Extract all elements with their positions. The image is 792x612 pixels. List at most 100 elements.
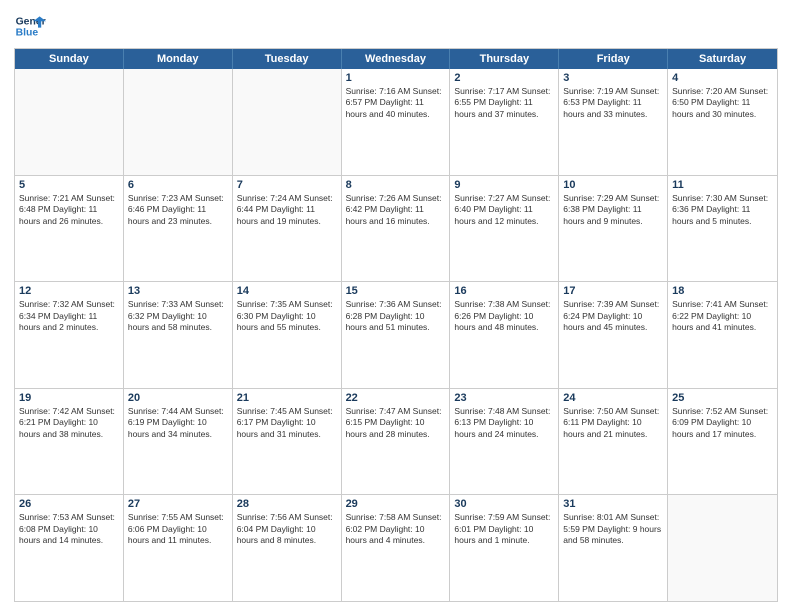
logo: General Blue: [14, 10, 50, 42]
day-number: 5: [19, 179, 119, 191]
day-content: Sunrise: 7:26 AM Sunset: 6:42 PM Dayligh…: [346, 193, 446, 227]
day-number: 6: [128, 179, 228, 191]
calendar-day-5: 5 Sunrise: 7:21 AM Sunset: 6:48 PM Daylig…: [15, 176, 124, 282]
day-number: 17: [563, 285, 663, 297]
calendar-week-4: 19Sunrise: 7:42 AM Sunset: 6:21 PM Dayli…: [15, 389, 777, 496]
day-content: Sunrise: 7:16 AM Sunset: 6:57 PM Dayligh…: [346, 86, 446, 120]
calendar-day-3: 3 Sunrise: 7:19 AM Sunset: 6:53 PM Daylig…: [559, 69, 668, 175]
calendar-day-15: 15 Sunrise: 7:36 AM Sunset: 6:28 PM Dayli…: [342, 282, 451, 388]
day-number: 14: [237, 285, 337, 297]
calendar-day-17: 17 Sunrise: 7:39 AM Sunset: 6:24 PM Dayli…: [559, 282, 668, 388]
calendar-day-24: 24 Sunrise: 7:50 AM Sunset: 6:11 PM Dayli…: [559, 389, 668, 495]
day-content: Sunrise: 7:56 AM Sunset: 6:04 PM Dayligh…: [237, 512, 337, 546]
calendar-week-2: 5 Sunrise: 7:21 AM Sunset: 6:48 PM Daylig…: [15, 176, 777, 283]
calendar-day-22: 22 Sunrise: 7:47 AM Sunset: 6:15 PM Dayli…: [342, 389, 451, 495]
day-number: 19: [19, 392, 119, 404]
calendar-day-10: 10Sunrise: 7:29 AM Sunset: 6:38 PM Dayli…: [559, 176, 668, 282]
day-content: Sunrise: 7:17 AM Sunset: 6:55 PM Dayligh…: [454, 86, 554, 120]
calendar-week-1: 1Sunrise: 7:16 AM Sunset: 6:57 PM Daylig…: [15, 69, 777, 176]
calendar-empty-cell: [15, 69, 124, 175]
calendar-day-19: 19Sunrise: 7:42 AM Sunset: 6:21 PM Dayli…: [15, 389, 124, 495]
day-header-saturday: Saturday: [668, 49, 777, 69]
day-content: Sunrise: 7:35 AM Sunset: 6:30 PM Dayligh…: [237, 299, 337, 333]
day-number: 27: [128, 498, 228, 510]
day-number: 2: [454, 72, 554, 84]
day-number: 28: [237, 498, 337, 510]
day-number: 31: [563, 498, 663, 510]
day-number: 9: [454, 179, 554, 191]
calendar-day-16: 16 Sunrise: 7:38 AM Sunset: 6:26 PM Dayli…: [450, 282, 559, 388]
calendar-header: SundayMondayTuesdayWednesdayThursdayFrid…: [15, 49, 777, 69]
day-content: Sunrise: 7:36 AM Sunset: 6:28 PM Dayligh…: [346, 299, 446, 333]
day-content: Sunrise: 7:44 AM Sunset: 6:19 PM Dayligh…: [128, 406, 228, 440]
calendar-empty-cell: [668, 495, 777, 601]
calendar-week-5: 26 Sunrise: 7:53 AM Sunset: 6:08 PM Dayli…: [15, 495, 777, 601]
calendar-day-28: 28 Sunrise: 7:56 AM Sunset: 6:04 PM Dayli…: [233, 495, 342, 601]
day-number: 13: [128, 285, 228, 297]
day-content: Sunrise: 7:24 AM Sunset: 6:44 PM Dayligh…: [237, 193, 337, 227]
calendar-day-29: 29 Sunrise: 7:58 AM Sunset: 6:02 PM Dayli…: [342, 495, 451, 601]
calendar-day-30: 30 Sunrise: 7:59 AM Sunset: 6:01 PM Dayli…: [450, 495, 559, 601]
calendar-day-12: 12 Sunrise: 7:32 AM Sunset: 6:34 PM Dayli…: [15, 282, 124, 388]
calendar-empty-cell: [233, 69, 342, 175]
day-content: Sunrise: 7:45 AM Sunset: 6:17 PM Dayligh…: [237, 406, 337, 440]
day-content: Sunrise: 7:53 AM Sunset: 6:08 PM Dayligh…: [19, 512, 119, 546]
calendar-day-26: 26 Sunrise: 7:53 AM Sunset: 6:08 PM Dayli…: [15, 495, 124, 601]
day-header-tuesday: Tuesday: [233, 49, 342, 69]
day-content: Sunrise: 7:47 AM Sunset: 6:15 PM Dayligh…: [346, 406, 446, 440]
day-header-wednesday: Wednesday: [342, 49, 451, 69]
day-number: 20: [128, 392, 228, 404]
day-content: Sunrise: 7:27 AM Sunset: 6:40 PM Dayligh…: [454, 193, 554, 227]
day-number: 4: [672, 72, 773, 84]
calendar-day-23: 23 Sunrise: 7:48 AM Sunset: 6:13 PM Dayli…: [450, 389, 559, 495]
day-number: 24: [563, 392, 663, 404]
day-number: 23: [454, 392, 554, 404]
day-content: Sunrise: 7:20 AM Sunset: 6:50 PM Dayligh…: [672, 86, 773, 120]
day-number: 3: [563, 72, 663, 84]
day-number: 12: [19, 285, 119, 297]
calendar-day-11: 11Sunrise: 7:30 AM Sunset: 6:36 PM Dayli…: [668, 176, 777, 282]
day-number: 21: [237, 392, 337, 404]
calendar-day-21: 21 Sunrise: 7:45 AM Sunset: 6:17 PM Dayli…: [233, 389, 342, 495]
logo-icon: General Blue: [14, 10, 46, 42]
calendar-day-2: 2 Sunrise: 7:17 AM Sunset: 6:55 PM Daylig…: [450, 69, 559, 175]
day-number: 15: [346, 285, 446, 297]
day-number: 30: [454, 498, 554, 510]
day-content: Sunrise: 7:30 AM Sunset: 6:36 PM Dayligh…: [672, 193, 773, 227]
day-content: Sunrise: 7:23 AM Sunset: 6:46 PM Dayligh…: [128, 193, 228, 227]
calendar-day-20: 20 Sunrise: 7:44 AM Sunset: 6:19 PM Dayli…: [124, 389, 233, 495]
svg-text:Blue: Blue: [16, 28, 39, 39]
day-content: Sunrise: 7:19 AM Sunset: 6:53 PM Dayligh…: [563, 86, 663, 120]
day-content: Sunrise: 7:58 AM Sunset: 6:02 PM Dayligh…: [346, 512, 446, 546]
day-content: Sunrise: 7:32 AM Sunset: 6:34 PM Dayligh…: [19, 299, 119, 333]
header: General Blue: [14, 10, 778, 42]
day-number: 22: [346, 392, 446, 404]
calendar-day-6: 6 Sunrise: 7:23 AM Sunset: 6:46 PM Daylig…: [124, 176, 233, 282]
day-number: 26: [19, 498, 119, 510]
day-header-monday: Monday: [124, 49, 233, 69]
day-content: Sunrise: 7:41 AM Sunset: 6:22 PM Dayligh…: [672, 299, 773, 333]
calendar-day-18: 18Sunrise: 7:41 AM Sunset: 6:22 PM Dayli…: [668, 282, 777, 388]
calendar-day-14: 14 Sunrise: 7:35 AM Sunset: 6:30 PM Dayli…: [233, 282, 342, 388]
day-number: 8: [346, 179, 446, 191]
day-content: Sunrise: 7:48 AM Sunset: 6:13 PM Dayligh…: [454, 406, 554, 440]
calendar: SundayMondayTuesdayWednesdayThursdayFrid…: [14, 48, 778, 602]
day-content: Sunrise: 7:52 AM Sunset: 6:09 PM Dayligh…: [672, 406, 773, 440]
day-content: Sunrise: 8:01 AM Sunset: 5:59 PM Dayligh…: [563, 512, 663, 546]
day-number: 16: [454, 285, 554, 297]
day-header-thursday: Thursday: [450, 49, 559, 69]
day-number: 29: [346, 498, 446, 510]
day-content: Sunrise: 7:21 AM Sunset: 6:48 PM Dayligh…: [19, 193, 119, 227]
day-content: Sunrise: 7:50 AM Sunset: 6:11 PM Dayligh…: [563, 406, 663, 440]
day-header-friday: Friday: [559, 49, 668, 69]
day-content: Sunrise: 7:38 AM Sunset: 6:26 PM Dayligh…: [454, 299, 554, 333]
calendar-day-13: 13Sunrise: 7:33 AM Sunset: 6:32 PM Dayli…: [124, 282, 233, 388]
calendar-day-4: 4 Sunrise: 7:20 AM Sunset: 6:50 PM Daylig…: [668, 69, 777, 175]
calendar-body: 1Sunrise: 7:16 AM Sunset: 6:57 PM Daylig…: [15, 69, 777, 601]
day-content: Sunrise: 7:59 AM Sunset: 6:01 PM Dayligh…: [454, 512, 554, 546]
day-number: 7: [237, 179, 337, 191]
day-content: Sunrise: 7:39 AM Sunset: 6:24 PM Dayligh…: [563, 299, 663, 333]
day-content: Sunrise: 7:55 AM Sunset: 6:06 PM Dayligh…: [128, 512, 228, 546]
calendar-day-25: 25Sunrise: 7:52 AM Sunset: 6:09 PM Dayli…: [668, 389, 777, 495]
calendar-day-7: 7 Sunrise: 7:24 AM Sunset: 6:44 PM Daylig…: [233, 176, 342, 282]
